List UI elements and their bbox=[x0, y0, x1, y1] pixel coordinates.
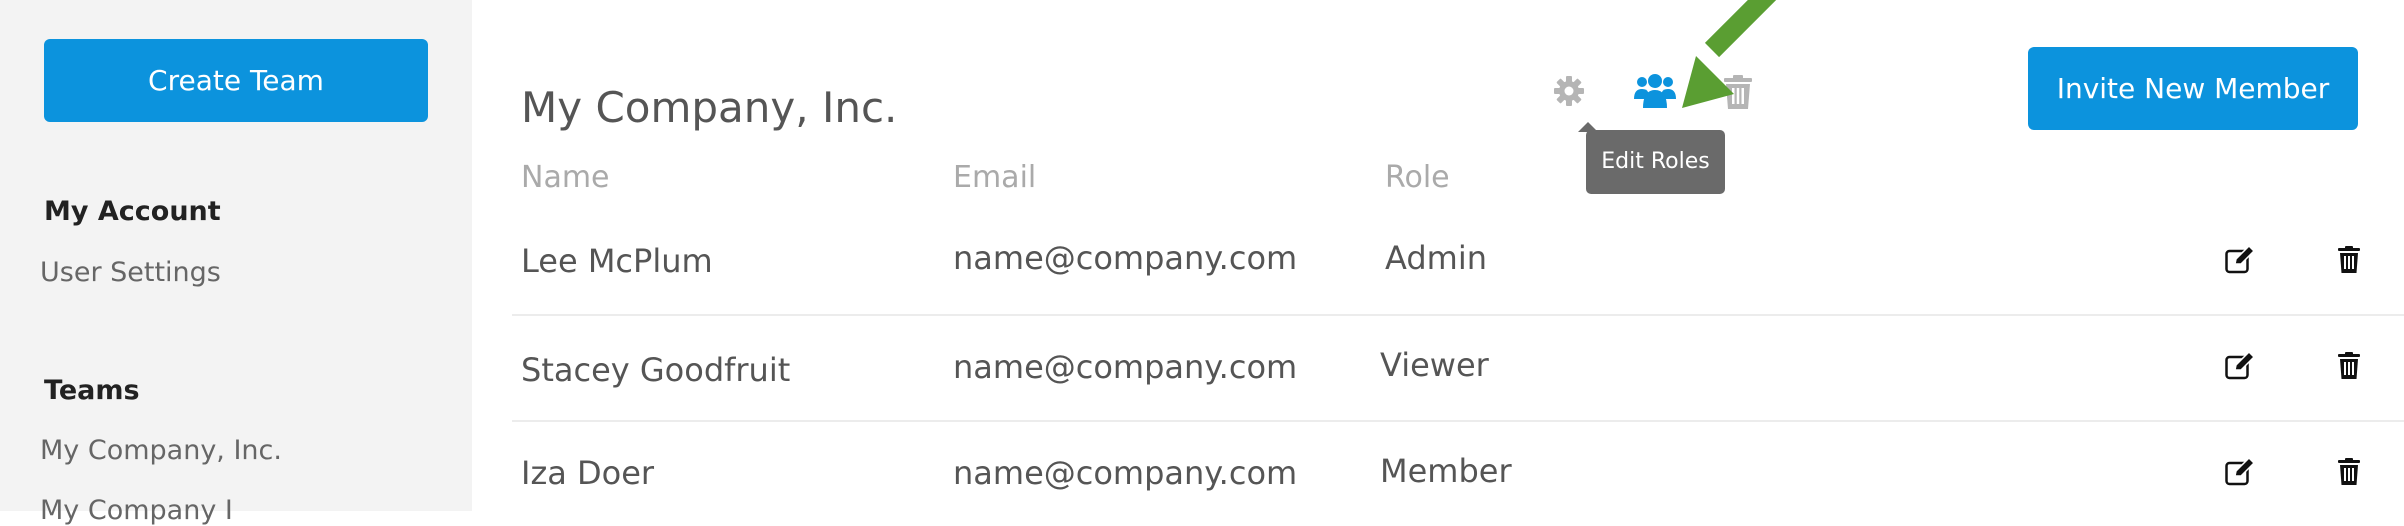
table-row: Iza Doer name@company.com Member bbox=[512, 422, 2404, 511]
column-header-role: Role bbox=[1385, 160, 1450, 195]
member-role: Viewer bbox=[1380, 346, 1489, 384]
edit-icon[interactable] bbox=[2225, 456, 2256, 490]
team-panel: My Company, Inc. Edit Roles Invite New M… bbox=[472, 0, 2404, 511]
member-role: Member bbox=[1380, 452, 1512, 490]
table-row: Stacey Goodfruit name@company.com Viewer bbox=[512, 316, 2404, 422]
column-header-email: Email bbox=[953, 160, 1037, 195]
member-email: name@company.com bbox=[953, 348, 1298, 386]
gear-icon[interactable] bbox=[1553, 75, 1585, 111]
page-title: My Company, Inc. bbox=[521, 83, 898, 132]
sidebar: Create Team My Account User Settings Tea… bbox=[0, 0, 472, 526]
member-role: Admin bbox=[1385, 239, 1487, 277]
trash-icon[interactable] bbox=[2338, 352, 2360, 383]
member-email: name@company.com bbox=[953, 454, 1298, 492]
user-settings-link[interactable]: User Settings bbox=[40, 257, 221, 288]
invite-new-member-button[interactable]: Invite New Member bbox=[2028, 47, 2358, 130]
member-name: Stacey Goodfruit bbox=[521, 351, 791, 389]
users-icon[interactable] bbox=[1634, 73, 1676, 113]
teams-heading: Teams bbox=[44, 375, 140, 406]
sidebar-team-link[interactable]: My Company, Inc. bbox=[40, 435, 282, 466]
arrow-icon bbox=[1672, 0, 1792, 129]
my-account-heading: My Account bbox=[44, 196, 221, 227]
table-row: Lee McPlum name@company.com Admin bbox=[512, 210, 2404, 316]
member-name: Lee McPlum bbox=[521, 242, 713, 280]
create-team-button[interactable]: Create Team bbox=[44, 39, 428, 122]
member-name: Iza Doer bbox=[521, 454, 655, 492]
edit-icon[interactable] bbox=[2225, 244, 2256, 278]
trash-icon[interactable] bbox=[2338, 246, 2360, 277]
member-email: name@company.com bbox=[953, 239, 1298, 277]
edit-roles-tooltip: Edit Roles bbox=[1586, 130, 1725, 194]
edit-icon[interactable] bbox=[2225, 350, 2256, 384]
trash-icon[interactable] bbox=[2338, 458, 2360, 489]
column-header-name: Name bbox=[521, 160, 610, 195]
